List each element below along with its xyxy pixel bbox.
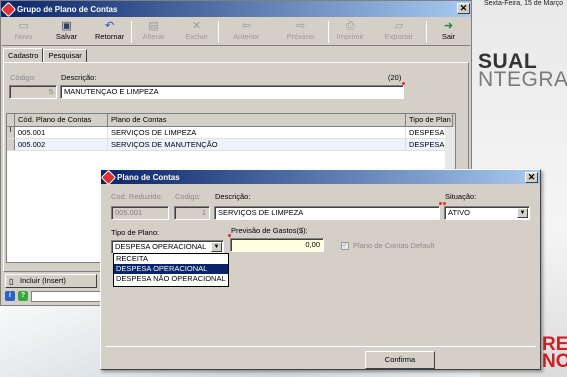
main-tabs: Cadastro Pesquisar	[3, 48, 87, 63]
row-indicator	[7, 139, 15, 150]
grid-indicator-header	[7, 114, 15, 127]
dropdown-option[interactable]: DESPESA NÃO OPERACIONAL	[114, 274, 228, 284]
chevron-down-icon[interactable]: ▼	[211, 242, 222, 252]
exit-icon: ➜	[443, 20, 454, 32]
codigo-label: Código:	[10, 73, 36, 82]
document-icon: ▯	[9, 277, 14, 286]
previsao-gastos-input[interactable]: 0,00	[230, 238, 324, 252]
edit-icon: ▤	[148, 20, 159, 32]
tipo-plano-select[interactable]: DESPESA OPERACIONAL ▼	[111, 240, 224, 254]
plano-contas-dialog: Plano de Contas ✕ Cod. Reduzido: 005.001…	[100, 169, 541, 370]
situacao-select[interactable]: ATIVO ▼	[444, 206, 530, 220]
app-icon	[100, 169, 117, 185]
background-logo-line2: NTEGRA	[478, 68, 567, 91]
toolbar-alterar-button[interactable]: ▤ Alterar	[132, 18, 175, 46]
row-plano: SERVIÇOS DE LIMPEZA	[108, 127, 406, 138]
background-date: Sexta-Feira, 15 de Março	[484, 0, 563, 7]
codigo-field[interactable]: 5	[9, 85, 57, 99]
descricao-input[interactable]: SERVIÇOS DE LIMPEZA	[214, 206, 440, 220]
toolbar-salvar-button[interactable]: ▣ Salvar	[45, 18, 88, 46]
descricao-label: Descrição:	[215, 192, 251, 201]
app-icon	[0, 1, 17, 17]
tab-pesquisar[interactable]: Pesquisar	[43, 49, 87, 63]
toolbar-anterior-label: Anterior	[233, 32, 260, 41]
new-icon: ▭	[18, 20, 29, 32]
dialog-close-button[interactable]: ✕	[525, 172, 538, 183]
chevron-down-icon[interactable]: ▼	[517, 208, 528, 218]
main-toolbar: ▭ Novo ▣ Salvar ↶ Retornar ▤ Alterar ✕ E…	[2, 18, 470, 46]
save-icon: ▣	[61, 20, 72, 32]
tipo-plano-label: Tipo de Plano:	[111, 228, 160, 237]
delete-icon: ✕	[192, 20, 202, 32]
table-row[interactable]: I 005.001 SERVIÇOS DE LIMPEZA DESPESA O	[7, 127, 455, 139]
descricao-input[interactable]: MANUTENÇAO E LIMPEZA	[60, 85, 404, 99]
toolbar-proximo-label: Próximo	[286, 32, 315, 41]
toolbar-excluir-button[interactable]: ✕ Excluir	[175, 18, 218, 46]
main-window-title: Grupo de Plano de Contas	[17, 4, 118, 14]
descricao-label: Descrição:	[61, 73, 97, 82]
grid-header: Cód. Plano de Contas Plano de Contas Tip…	[7, 114, 455, 127]
row-tipo: DESPESA O	[406, 127, 446, 138]
grid-col-codigo[interactable]: Cód. Plano de Contas	[15, 114, 108, 127]
row-plano: SERVIÇOS DE MANUTENÇÃO	[108, 139, 406, 150]
dialog-titlebar: Plano de Contas	[100, 169, 540, 185]
toolbar-exportar-button[interactable]: ▱ Exportar	[372, 18, 426, 46]
table-row[interactable]: 005.002 SERVIÇOS DE MANUTENÇÃO DESPESA O	[7, 139, 455, 151]
dialog-title: Plano de Contas	[117, 172, 180, 182]
export-icon: ▱	[394, 20, 404, 32]
situacao-value: ATIVO	[448, 208, 470, 217]
required-marker	[443, 202, 446, 205]
toolbar-novo-button[interactable]: ▭ Novo	[2, 18, 45, 46]
dropdown-option-selected[interactable]: DESPESA OPERACIONAL	[114, 264, 228, 274]
row-codigo: 005.001	[15, 127, 108, 138]
confirma-button[interactable]: Confirma	[365, 351, 435, 369]
toolbar-retornar-label: Retornar	[94, 32, 125, 41]
codigo-field[interactable]: 1	[174, 206, 210, 220]
previsao-gastos-label: Previsão de Gastos($):	[231, 226, 308, 235]
tab-cadastro[interactable]: Cadastro	[3, 48, 44, 63]
grid-col-tipo[interactable]: Tipo de Plan	[406, 114, 453, 127]
row-codigo: 005.002	[15, 139, 108, 150]
arrow-left-icon: ⇦	[241, 20, 251, 32]
print-icon: ⎙	[345, 20, 355, 32]
toolbar-imprimir-label: Imprimir	[336, 32, 364, 41]
incluir-insert-button[interactable]: ▯ Incluir (Insert)	[5, 274, 97, 288]
descricao-max-length: (20)	[388, 73, 402, 82]
toolbar-sair-button[interactable]: ➜ Sair	[427, 18, 470, 46]
default-checkbox[interactable]: ✓	[341, 242, 349, 250]
codigo-label: Codigo:	[175, 192, 201, 201]
toolbar-imprimir-button[interactable]: ⎙ Imprimir	[329, 18, 372, 46]
row-indicator: I	[7, 127, 15, 138]
dropdown-option[interactable]: RECEITA	[114, 254, 228, 264]
tipo-plano-dropdown: RECEITA DESPESA OPERACIONAL DESPESA NÃO …	[113, 253, 229, 287]
toolbar-retornar-button[interactable]: ↶ Retornar	[88, 18, 131, 46]
toolbar-exportar-label: Exportar	[384, 32, 414, 41]
info-icon[interactable]: i	[5, 291, 15, 301]
main-close-button[interactable]: ✕	[457, 3, 470, 14]
cod-reduzido-label: Cod. Reduzido:	[111, 192, 163, 201]
required-marker	[439, 202, 442, 205]
dialog-divider	[105, 346, 536, 347]
toolbar-sair-label: Sair	[441, 32, 456, 41]
undo-icon: ↶	[104, 20, 115, 32]
toolbar-novo-label: Novo	[14, 32, 33, 41]
cod-reduzido-field[interactable]: 005.001	[111, 206, 169, 220]
default-checkbox-label: Plano de Contas Default	[353, 241, 435, 250]
background-corner-text: RE NO	[542, 334, 567, 372]
row-tipo: DESPESA O	[406, 139, 446, 150]
arrow-right-icon: ⇨	[295, 20, 306, 32]
toolbar-alterar-label: Alterar	[142, 32, 165, 41]
situacao-label: Situação:	[445, 192, 477, 201]
toolbar-proximo-button[interactable]: ⇨ Próximo	[273, 18, 327, 46]
toolbar-anterior-button[interactable]: ⇦ Anterior	[219, 18, 273, 46]
tipo-plano-value: DESPESA OPERACIONAL	[115, 242, 207, 251]
help-icon[interactable]: ?	[18, 291, 28, 301]
dialog-body: Cod. Reduzido: 005.001 Codigo: 1 Descriç…	[103, 186, 538, 346]
incluir-insert-label: Incluir (Insert)	[20, 276, 66, 285]
required-marker	[228, 234, 231, 237]
grid-col-plano[interactable]: Plano de Contas	[108, 114, 406, 127]
toolbar-salvar-label: Salvar	[55, 32, 78, 41]
toolbar-excluir-label: Excluir	[185, 32, 208, 41]
main-titlebar: Grupo de Plano de Contas	[0, 1, 471, 17]
